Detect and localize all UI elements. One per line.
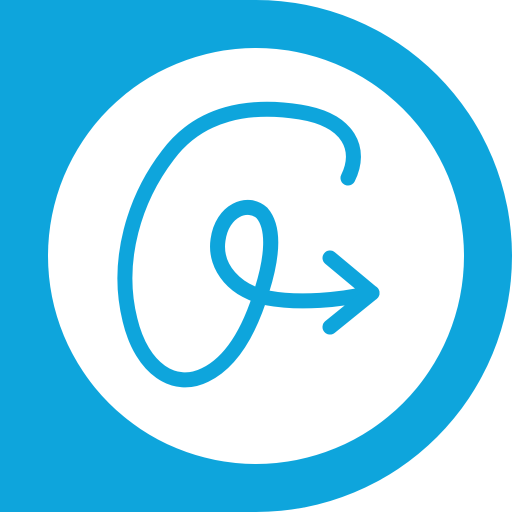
app-icon-canvas xyxy=(0,0,512,512)
app-logo xyxy=(0,0,512,512)
